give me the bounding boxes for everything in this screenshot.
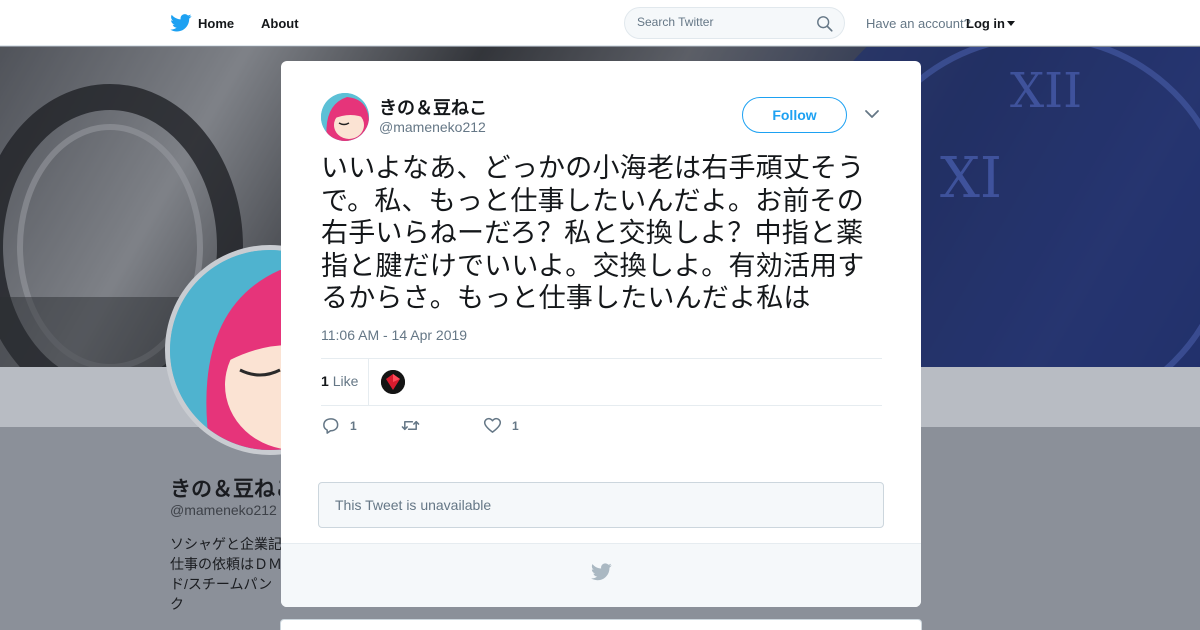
author-name[interactable]: きの＆豆ねこ [379, 94, 487, 120]
like-action[interactable]: 1 [483, 416, 519, 435]
profile-handle: @mameneko212 [170, 502, 277, 518]
tweet-text: いいよなあ、どっかの小海老は右手頑丈そうで。私、もっと仕事したいんだよ。お前その… [321, 153, 865, 313]
liker-avatar-art [381, 370, 405, 394]
login-dropdown-caret-icon[interactable] [1007, 21, 1015, 26]
close-icon[interactable] [1155, 13, 1177, 35]
twitter-bird-icon [170, 14, 192, 32]
like-count: 1 [512, 418, 519, 433]
reply-icon [323, 418, 339, 434]
author-avatar[interactable] [321, 93, 369, 141]
tweet-timestamp[interactable]: 11:06 AM - 14 Apr 2019 [321, 327, 467, 343]
modal-footer [281, 543, 921, 607]
follow-button[interactable]: Follow [742, 97, 847, 133]
likes-stat[interactable]: 1 Like [321, 373, 358, 389]
heart-icon [483, 417, 502, 433]
home-link-label: Home [198, 15, 235, 31]
next-tweet-card-edge [280, 619, 922, 630]
chevron-down-icon[interactable] [864, 107, 880, 121]
retweet-action[interactable] [401, 416, 420, 435]
likes-count: 1 [321, 373, 329, 389]
top-navigation-bar: Home About Have an account? Log in [0, 0, 1200, 46]
home-link[interactable]: Home [170, 12, 234, 34]
about-link[interactable]: About [261, 16, 299, 31]
have-account-text: Have an account? [866, 16, 971, 31]
search-input[interactable] [637, 15, 807, 29]
stats-divider [368, 359, 369, 405]
tweet-modal: きの＆豆ねこ @mameneko212 Follow いいよなあ、どっかの小海老… [281, 61, 921, 607]
search-box[interactable] [624, 7, 845, 39]
quoted-tweet-unavailable: This Tweet is unavailable [318, 482, 884, 528]
login-link[interactable]: Log in [966, 16, 1005, 31]
likes-label: Like [332, 373, 359, 389]
liker-avatar[interactable] [381, 370, 405, 394]
reply-action[interactable]: 1 [321, 416, 357, 435]
search-icon[interactable] [816, 15, 834, 33]
profile-bio: ソシャゲと企業記 仕事の依頼はＤＭ ド/スチームパンク ご自由に/ [170, 536, 282, 612]
reply-count: 1 [350, 418, 357, 433]
author-handle[interactable]: @mameneko212 [379, 119, 486, 135]
retweet-icon [401, 420, 420, 431]
author-avatar-art [321, 93, 369, 141]
tweet-actions: 1 1 [321, 416, 621, 440]
quoted-unavailable-text: This Tweet is unavailable [335, 497, 492, 513]
tweet-stats: 1 Like [321, 358, 882, 406]
twitter-bird-icon [591, 563, 612, 581]
profile-name: きの＆豆ねこ [170, 478, 280, 501]
